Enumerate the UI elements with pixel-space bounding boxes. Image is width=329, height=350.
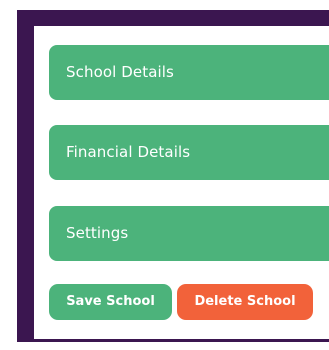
financial-details-section-header[interactable]: Financial Details <box>49 125 329 180</box>
school-form-panel: School Details Financial Details Setting… <box>34 26 329 339</box>
school-details-label: School Details <box>66 63 174 81</box>
school-details-section-header[interactable]: School Details <box>49 45 329 100</box>
settings-section-header[interactable]: Settings <box>49 206 329 261</box>
financial-details-label: Financial Details <box>66 143 191 161</box>
save-school-button[interactable]: Save School <box>49 284 172 320</box>
delete-school-button[interactable]: Delete School <box>177 284 313 320</box>
settings-label: Settings <box>66 224 129 242</box>
